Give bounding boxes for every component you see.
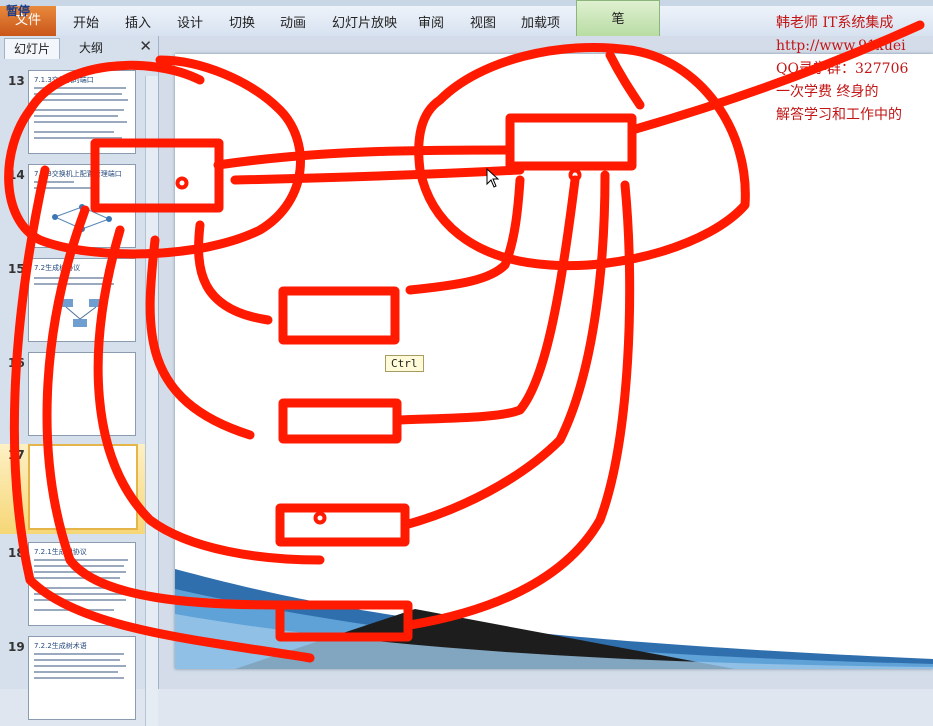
- slide-thumb-13[interactable]: 13 7.1.3交换机的端口: [0, 70, 150, 160]
- watermark-line: http://www.91xuei: [776, 38, 906, 54]
- cursor-arrow-icon: [486, 168, 500, 188]
- slide-editor: [159, 36, 933, 689]
- watermark-line: 一次学费 终身的: [776, 84, 879, 100]
- slide-thumbnail: [28, 444, 138, 530]
- network-diagram-icon: [59, 299, 103, 327]
- slide-thumbnail: 7.1.3交换机的端口: [28, 70, 136, 154]
- tab-home[interactable]: 开始: [73, 12, 99, 31]
- panel-scrollbar[interactable]: [145, 76, 158, 726]
- slide-thumbnail: 7.1.3交换机上配置管理端口: [28, 164, 136, 248]
- slides-panel: 幻灯片 大纲 ✕ 13 7.1.3交换机的端口 14 7.1.3交换机上配置管理…: [0, 36, 159, 726]
- watermark: 韩老师 IT系统集成 http://www.91xuei QQ录学群：32770…: [776, 12, 933, 127]
- slide-number: 14: [8, 168, 25, 182]
- slide-thumb-16[interactable]: 16: [0, 352, 150, 442]
- network-diagram-icon: [52, 204, 112, 232]
- slide-thumb-15[interactable]: 15 7.2生成树协议: [0, 258, 150, 348]
- slide-thumbnail: 7.2.2生成树术语: [28, 636, 136, 720]
- thumb-title: 7.2.2生成树术语: [34, 642, 87, 650]
- pause-tag: 暂停: [6, 4, 31, 18]
- watermark-line: 解答学习和工作中的: [776, 107, 902, 123]
- slide-thumbnail: 7.2生成树协议: [28, 258, 136, 342]
- tab-slideshow[interactable]: 幻灯片放映: [332, 12, 397, 31]
- thumb-title: 7.2生成树协议: [34, 264, 81, 272]
- ctrl-key-indicator: Ctrl: [385, 355, 424, 372]
- thumb-title: 7.1.3交换机的端口: [34, 76, 94, 84]
- tab-view[interactable]: 视图: [470, 12, 496, 31]
- slide-canvas[interactable]: [175, 54, 933, 669]
- tab-slides[interactable]: 幻灯片: [4, 38, 60, 59]
- tab-design[interactable]: 设计: [177, 12, 203, 31]
- tab-transitions[interactable]: 切换: [229, 12, 255, 31]
- slide-number: 15: [8, 262, 25, 276]
- close-icon[interactable]: ✕: [139, 37, 152, 55]
- tab-animations[interactable]: 动画: [280, 12, 306, 31]
- tab-review[interactable]: 审阅: [418, 12, 444, 31]
- slide-thumb-18[interactable]: 18 7.2.1生成树协议: [0, 542, 150, 632]
- tab-pen[interactable]: 笔: [576, 0, 660, 38]
- thumb-title: 7.1.3交换机上配置管理端口: [34, 170, 122, 178]
- slide-thumb-14[interactable]: 14 7.1.3交换机上配置管理端口: [0, 164, 150, 254]
- slide-number: 17: [8, 448, 25, 462]
- tab-insert[interactable]: 插入: [125, 12, 151, 31]
- slide-thumbnail: [28, 352, 136, 436]
- watermark-line: 韩老师 IT系统集成: [776, 15, 894, 31]
- slide-thumbnail: 7.2.1生成树协议: [28, 542, 136, 626]
- slide-number: 16: [8, 356, 25, 370]
- tab-outline[interactable]: 大纲: [62, 38, 120, 58]
- tab-addins[interactable]: 加载项: [521, 12, 560, 31]
- slide-thumb-19[interactable]: 19 7.2.2生成树术语: [0, 636, 150, 726]
- slide-thumb-17[interactable]: 17: [0, 444, 150, 534]
- slide-wave-decoration: [175, 569, 933, 669]
- watermark-line: QQ录学群：327706: [776, 61, 909, 77]
- slide-number: 13: [8, 74, 25, 88]
- slide-number: 19: [8, 640, 25, 654]
- thumb-title: 7.2.1生成树协议: [34, 548, 87, 556]
- slide-number: 18: [8, 546, 25, 560]
